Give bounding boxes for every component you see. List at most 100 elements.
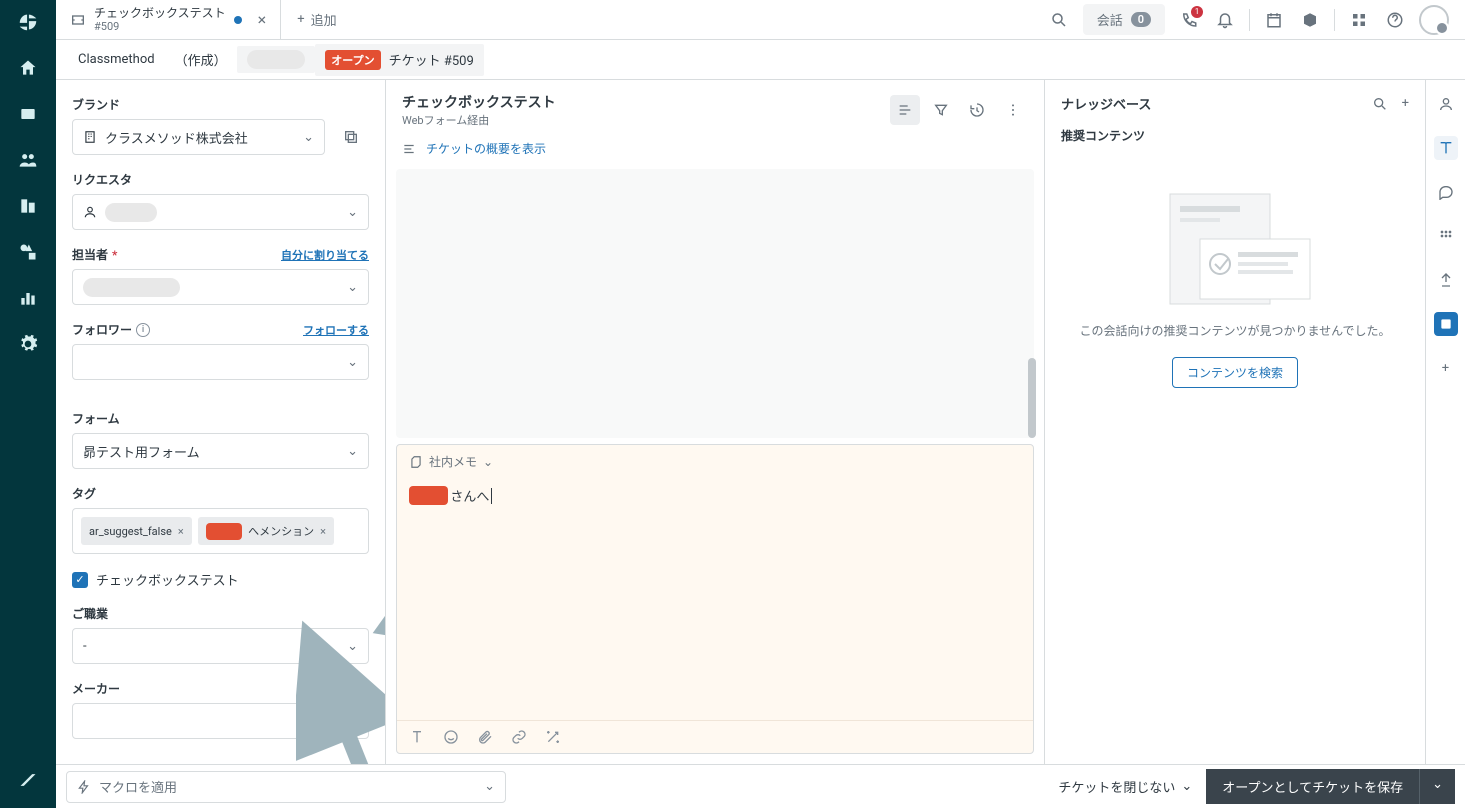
calendar-button[interactable]	[1262, 8, 1286, 32]
plus-icon: +	[297, 12, 304, 27]
form-label: フォーム	[72, 410, 369, 427]
close-ticket-button[interactable]: チケットを閉じない ⌄	[1044, 769, 1206, 804]
editor: 社内メモ ⌄ xxxさんへ	[396, 444, 1034, 754]
avatar-button[interactable]	[1419, 5, 1449, 35]
apps-grid-button[interactable]	[1434, 224, 1458, 248]
app-shortcut-button[interactable]	[1434, 312, 1458, 336]
chevron-down-icon: ⌄	[347, 355, 358, 370]
macro-select[interactable]: マクロを適用 ⌄	[66, 771, 506, 803]
analytics-icon[interactable]	[16, 286, 40, 310]
people-icon[interactable]	[16, 148, 40, 172]
status-badge: オープン	[325, 50, 380, 70]
text-format-button[interactable]	[409, 729, 425, 745]
user-context-button[interactable]	[1434, 92, 1458, 116]
assign-self-link[interactable]: 自分に割り当てる	[281, 247, 369, 263]
text-cursor-icon	[491, 488, 492, 504]
cube-button[interactable]	[1298, 8, 1322, 32]
admin-gear-icon[interactable]	[16, 332, 40, 356]
brand-label: ブランド	[72, 96, 369, 113]
editor-toolbar	[397, 720, 1033, 753]
emoji-button[interactable]	[443, 729, 459, 745]
kb-subtitle: 推奨コンテンツ	[1045, 127, 1425, 144]
follower-select[interactable]: ⌄	[72, 344, 369, 380]
occupation-select[interactable]: - ⌄	[72, 628, 369, 664]
info-icon[interactable]: i	[136, 323, 150, 337]
notification-badge: 1	[1191, 6, 1203, 18]
requester-select[interactable]: xxxxx ⌄	[72, 194, 369, 230]
conversation-chip[interactable]: 会話 0	[1083, 4, 1165, 35]
more-button[interactable]	[998, 95, 1028, 125]
editor-textarea[interactable]: xxxさんへ	[397, 478, 1033, 720]
requester-label: リクエスタ	[72, 171, 369, 188]
link-button[interactable]	[511, 729, 527, 745]
search-button[interactable]	[1047, 8, 1071, 32]
assignee-label: 担当者* 自分に割り当てる	[72, 246, 369, 263]
call-button[interactable]: 1	[1177, 8, 1201, 32]
ticket-tab-icon	[70, 12, 86, 28]
org-icon[interactable]	[16, 194, 40, 218]
brand-select[interactable]: クラスメソッド株式会社 ⌄	[72, 119, 325, 155]
maker-input[interactable]	[72, 703, 369, 739]
via-creator: （作成）	[165, 44, 237, 75]
bell-button[interactable]	[1213, 8, 1237, 32]
unsaved-dot-icon	[234, 16, 242, 24]
home-icon[interactable]	[16, 56, 40, 80]
zendesk-logo-icon[interactable]	[16, 10, 40, 34]
show-summary-link[interactable]: チケットの概要を表示	[386, 134, 1044, 163]
tag-chip[interactable]: xxxへメンション×	[198, 517, 334, 545]
nav-rail	[0, 0, 56, 808]
tag-remove-icon[interactable]: ×	[320, 525, 326, 538]
form-select[interactable]: 昴テスト用フォーム ⌄	[72, 433, 369, 469]
person-icon	[83, 205, 97, 219]
via-ticket[interactable]: オープン チケット #509	[315, 44, 484, 76]
kb-add-button[interactable]: +	[1402, 96, 1409, 112]
merge-button[interactable]	[1434, 268, 1458, 292]
magic-button[interactable]	[545, 729, 561, 745]
shapes-icon[interactable]	[16, 240, 40, 264]
tab-ticket[interactable]: チェックボックステスト #509 ×	[56, 0, 281, 39]
center-panel: チェックボックステスト Webフォーム経由 チケットの概要を表示	[386, 80, 1045, 764]
ticket-icon[interactable]	[16, 102, 40, 126]
tab-bar: チェックボックステスト #509 × + 追加 会話 0 1	[56, 0, 1465, 40]
assignee-select[interactable]: xxxxxxxxxxxx ⌄	[72, 269, 369, 305]
chevron-down-icon: ⌄	[483, 455, 493, 469]
footer-bar: マクロを適用 ⌄ チケットを閉じない ⌄ オープンとしてチケットを保存 ⌄	[56, 764, 1465, 808]
checkbox-row[interactable]: ✓ チェックボックステスト	[72, 570, 369, 589]
save-ticket-button[interactable]: オープンとしてチケットを保存	[1206, 769, 1419, 804]
zendesk-z-icon[interactable]	[16, 768, 40, 792]
add-app-button[interactable]: +	[1434, 356, 1458, 380]
via-bar: Classmethod （作成） xxxxxx オープン チケット #509	[56, 40, 1465, 80]
conversation-area[interactable]	[396, 169, 1034, 438]
chevron-down-icon: ⌄	[1181, 779, 1192, 794]
tag-input[interactable]: ar_suggest_false× xxxへメンション×	[72, 508, 369, 554]
follow-link[interactable]: フォローする	[303, 322, 369, 338]
apps-button[interactable]	[1347, 8, 1371, 32]
save-dropdown-button[interactable]: ⌄	[1419, 769, 1455, 804]
log-view-button[interactable]	[890, 95, 920, 125]
help-button[interactable]	[1383, 8, 1407, 32]
tab-add-button[interactable]: + 追加	[281, 0, 352, 39]
history-button[interactable]	[962, 95, 992, 125]
scrollbar-thumb[interactable]	[1028, 358, 1036, 438]
internal-note-tab[interactable]: 社内メモ ⌄	[397, 445, 1033, 478]
tag-remove-icon[interactable]: ×	[178, 525, 184, 538]
attach-button[interactable]	[477, 729, 493, 745]
tab-close-button[interactable]: ×	[258, 10, 267, 29]
kb-search-content-button[interactable]: コンテンツを検索	[1172, 357, 1298, 388]
copy-button[interactable]	[333, 119, 369, 155]
chevron-down-icon: ⌄	[484, 779, 495, 794]
follower-label: フォロワー i フォローする	[72, 321, 369, 338]
chat-button[interactable]	[1434, 180, 1458, 204]
maker-label: メーカー	[72, 680, 369, 697]
via-org[interactable]: Classmethod	[68, 46, 165, 73]
summary-icon	[402, 142, 416, 156]
chevron-down-icon: ⌄	[347, 205, 358, 220]
tag-chip[interactable]: ar_suggest_false×	[81, 517, 192, 545]
filter-button[interactable]	[926, 95, 956, 125]
ticket-title: チェックボックステスト	[402, 92, 556, 112]
via-user-redacted[interactable]: xxxxxx	[237, 46, 316, 73]
checkbox-checked-icon[interactable]: ✓	[72, 572, 88, 588]
kb-search-button[interactable]	[1372, 96, 1388, 112]
knowledge-button[interactable]	[1434, 136, 1458, 160]
lightning-icon	[77, 780, 91, 794]
